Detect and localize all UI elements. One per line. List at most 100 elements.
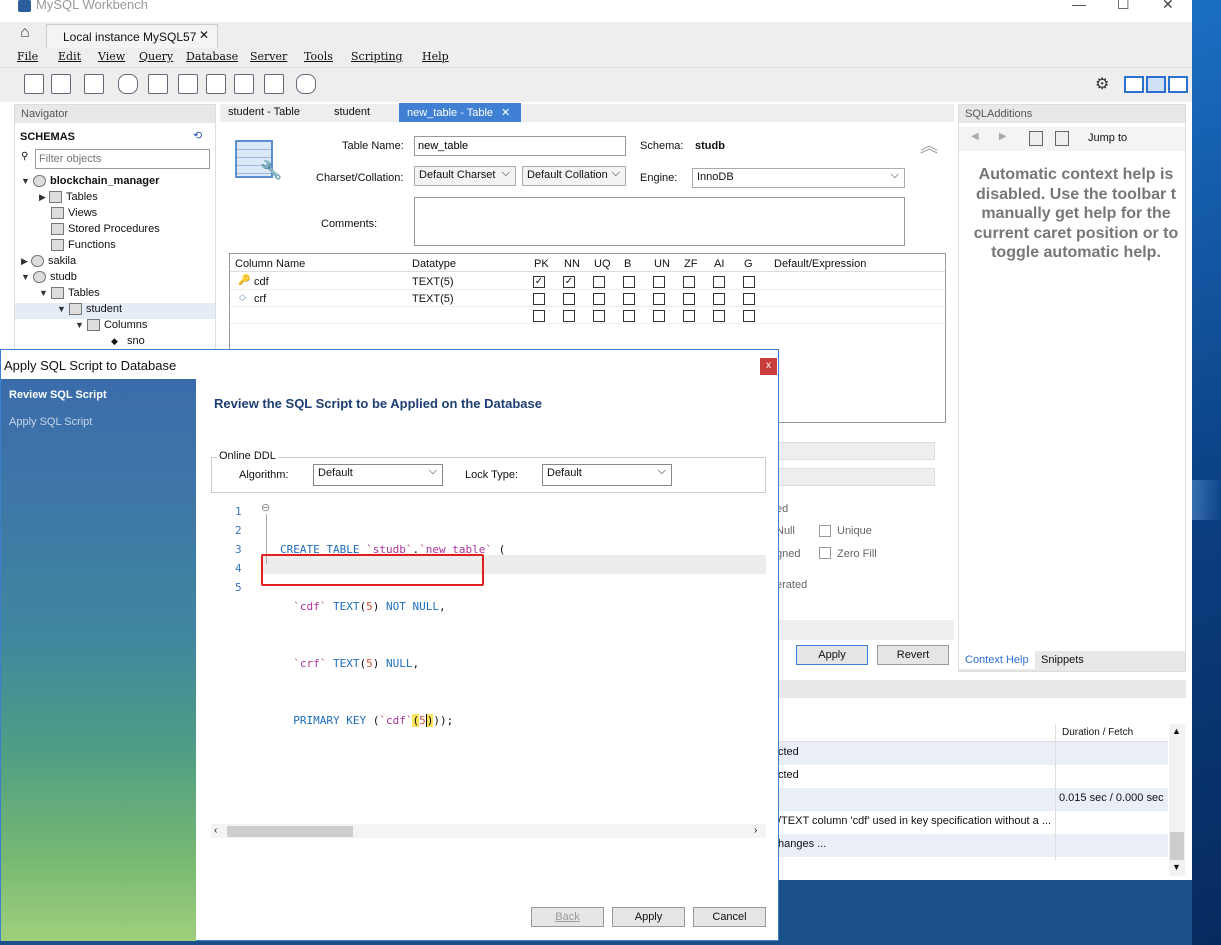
filter-objects-input[interactable] [35,149,210,169]
menu-database[interactable]: Database [186,50,238,63]
menu-scripting[interactable]: Scripting [351,50,403,63]
b-checkbox[interactable] [623,293,635,305]
zf-checkbox[interactable] [683,293,695,305]
menu-tools[interactable]: Tools [304,50,333,63]
un-checkbox[interactable] [653,276,665,288]
table-row[interactable] [230,308,945,324]
auto-help-icon[interactable] [1055,131,1069,146]
output-scrollbar[interactable]: ▲ ▼ [1169,724,1185,876]
tree-item-tables[interactable]: ▶ Tables [21,191,215,207]
lock-type-select[interactable]: Default [542,464,672,486]
forward-arrow-icon[interactable]: ▶ [999,131,1007,142]
algorithm-select[interactable]: Default [313,464,443,486]
pk-checkbox[interactable] [533,310,545,322]
tree-item-sakila[interactable]: ▶ sakila [21,255,215,271]
maximize-button[interactable]: ☐ [1117,0,1130,13]
pk-checkbox[interactable]: ✓ [533,276,545,288]
tab-context-help[interactable]: Context Help [959,651,1035,669]
tree-item-views[interactable]: Views [21,207,215,223]
new-sql-tab-icon[interactable] [24,74,44,94]
uq-checkbox[interactable] [593,293,605,305]
ai-checkbox[interactable] [713,293,725,305]
collapse-chevron-icon[interactable]: ︽ [920,132,938,158]
column-name-cell[interactable]: cdf [254,276,269,288]
menu-file[interactable]: File [17,50,38,63]
scroll-left-icon[interactable]: ‹ [214,825,217,836]
back-button[interactable]: Back [531,907,604,927]
uq-checkbox[interactable] [593,276,605,288]
inspector-icon[interactable] [84,74,104,94]
apply-button[interactable]: Apply [612,907,685,927]
un-checkbox[interactable] [653,310,665,322]
charset-select[interactable]: Default Charset [414,166,516,186]
datatype-field[interactable] [776,468,935,486]
expand-icon[interactable]: ▼ [75,320,84,330]
g-checkbox[interactable] [743,276,755,288]
toggle-sidebar-icon[interactable] [1124,76,1144,93]
ai-checkbox[interactable] [713,276,725,288]
expand-icon[interactable]: ▼ [21,272,30,282]
create-procedure-icon[interactable] [206,74,226,94]
tab-student-table[interactable]: student - Table [222,104,322,122]
expand-icon[interactable]: ▼ [21,176,30,186]
create-table-icon[interactable] [148,74,168,94]
create-schema-icon[interactable] [118,74,138,94]
minimize-button[interactable]: — [1072,0,1086,12]
collapse-icon[interactable]: ▶ [39,192,46,202]
refresh-icon[interactable]: ⟲ [193,129,202,142]
scroll-up-icon[interactable]: ▲ [1172,726,1181,736]
fold-marker-icon[interactable]: ⊖ [261,501,270,514]
g-checkbox[interactable] [743,293,755,305]
zf-checkbox[interactable] [683,310,695,322]
back-arrow-icon[interactable]: ◀ [971,131,979,142]
gear-icon[interactable]: ⚙ [1095,74,1109,94]
close-icon[interactable]: ✕ [199,28,209,42]
unique-checkbox[interactable] [819,525,831,537]
dialog-close-button[interactable]: x [760,358,777,375]
connection-tab[interactable]: Local instance MySQL57 ✕ [46,24,218,48]
comments-textarea[interactable] [414,197,905,246]
close-icon[interactable]: ✕ [501,107,510,119]
zf-checkbox[interactable] [683,276,695,288]
collation-select[interactable]: Default Collation [522,166,626,186]
menu-help[interactable]: Help [422,50,449,63]
sql-script-editor[interactable]: 1 2 3 4 5 ⊖ CREATE TABLE `studb`.`new_ta… [211,498,766,838]
nn-checkbox[interactable] [563,293,575,305]
home-icon[interactable]: ⌂ [20,24,30,42]
scroll-right-icon[interactable]: › [754,825,757,836]
tab-new-table[interactable]: new_table - Table ✕ [399,103,521,122]
h-scroll-thumb[interactable] [227,826,353,837]
table-row[interactable]: 🔑 cdf TEXT(5) ✓ ✓ [230,274,945,290]
zero-fill-checkbox[interactable] [819,547,831,559]
ai-checkbox[interactable] [713,310,725,322]
tab-snippets[interactable]: Snippets [1041,654,1084,666]
tree-item-blockchain-manager[interactable]: ▼ blockchain_manager [21,175,215,191]
toggle-output-icon[interactable] [1146,76,1166,93]
editor-apply-button[interactable]: Apply [796,645,868,665]
tab-student[interactable]: student [326,104,396,122]
close-window-button[interactable]: ✕ [1162,0,1174,13]
menu-view[interactable]: View [98,50,125,63]
pk-checkbox[interactable] [533,293,545,305]
tree-item-tables[interactable]: ▼ Tables [21,287,215,303]
menu-query[interactable]: Query [139,50,173,63]
nn-checkbox[interactable] [563,310,575,322]
editor-revert-button[interactable]: Revert [877,645,949,665]
g-checkbox[interactable] [743,310,755,322]
create-view-icon[interactable] [178,74,198,94]
un-checkbox[interactable] [653,293,665,305]
toggle-secondary-sidebar-icon[interactable] [1168,76,1188,93]
cancel-button[interactable]: Cancel [693,907,766,927]
search-table-data-icon[interactable] [264,74,284,94]
table-row[interactable]: ◇ crf TEXT(5) [230,291,945,307]
column-name-field[interactable] [776,442,935,460]
create-function-icon[interactable] [234,74,254,94]
datatype-cell[interactable]: TEXT(5) [412,293,454,305]
datatype-cell[interactable]: TEXT(5) [412,276,454,288]
tree-item-student[interactable]: ▼ student [15,303,215,319]
manual-help-icon[interactable] [1029,131,1043,146]
tree-item-columns[interactable]: ▼ Columns [21,319,215,335]
reconnect-icon[interactable] [296,74,316,94]
engine-select[interactable]: InnoDB [692,168,905,188]
nn-checkbox[interactable]: ✓ [563,276,575,288]
